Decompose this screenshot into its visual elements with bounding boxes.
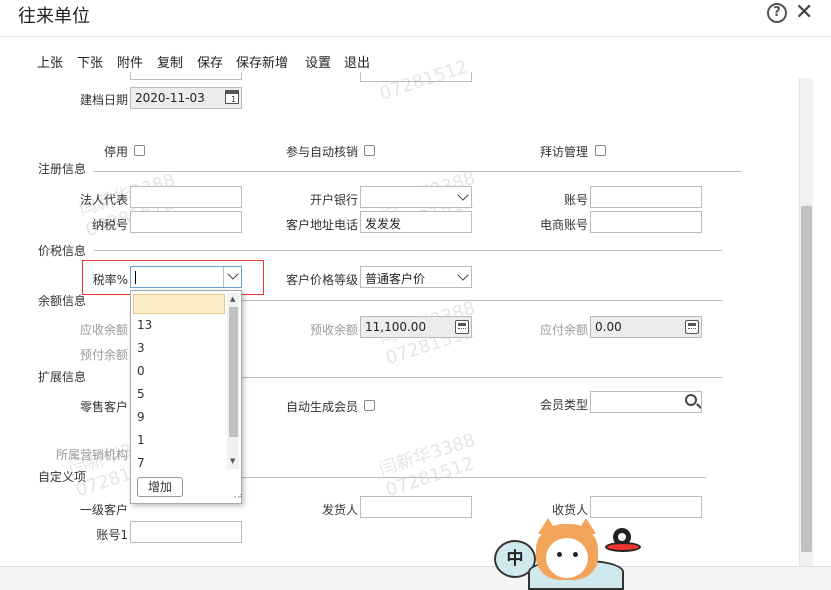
gear-icon bbox=[605, 528, 641, 554]
scroll-up-icon[interactable]: ▲ bbox=[230, 295, 235, 303]
legal-rep-label: 法人代表 bbox=[79, 193, 128, 207]
auto-member-label: 自动生成会员 bbox=[285, 400, 358, 414]
section-divider bbox=[94, 250, 722, 251]
created-date-label: 建档日期 bbox=[79, 93, 128, 107]
org-label: 所属营销机构 bbox=[55, 448, 128, 462]
shipper-label: 发货人 bbox=[321, 503, 358, 517]
add-tax-rate-button[interactable]: 增加 bbox=[137, 477, 183, 497]
receiver-label: 收货人 bbox=[551, 503, 588, 517]
payable-field: 0.00 bbox=[590, 316, 702, 338]
account-input[interactable] bbox=[590, 186, 702, 208]
prepaid-recv-label: 预收余额 bbox=[309, 323, 358, 337]
mascot-face bbox=[546, 538, 588, 578]
mascot-eye bbox=[557, 552, 562, 557]
prepaid-recv-value: 11,100.00 bbox=[365, 320, 427, 334]
payable-value: 0.00 bbox=[595, 320, 622, 334]
account1-label: 账号1 bbox=[96, 528, 128, 542]
dropdown-option[interactable]: 5 bbox=[137, 387, 145, 401]
visit-mgmt-label: 拜访管理 bbox=[539, 145, 588, 159]
window-title: 往来单位 bbox=[18, 6, 90, 27]
calculator-icon[interactable] bbox=[685, 320, 699, 334]
resize-grip-icon[interactable]: ⠠⠴ bbox=[231, 491, 243, 500]
disabled-checkbox[interactable] bbox=[134, 145, 145, 156]
toolbar-settings-button[interactable]: 设置 bbox=[305, 52, 331, 71]
toolbar-exit-button[interactable]: 退出 bbox=[344, 52, 370, 71]
clipped-field bbox=[130, 72, 242, 80]
mascot-eye bbox=[573, 552, 578, 557]
dropdown-option[interactable]: 13 bbox=[137, 318, 152, 332]
prepay-label: 预付余额 bbox=[79, 348, 128, 362]
mascot-ear bbox=[538, 518, 558, 534]
section-divider bbox=[242, 377, 722, 378]
account1-input[interactable] bbox=[130, 521, 242, 543]
close-icon[interactable]: ✕ bbox=[795, 0, 813, 25]
price-level-label: 客户价格等级 bbox=[285, 273, 358, 287]
receiver-input[interactable] bbox=[590, 496, 702, 518]
ecom-account-label: 电商账号 bbox=[539, 218, 588, 232]
account-label: 账号 bbox=[563, 193, 588, 207]
mascot-ear bbox=[576, 518, 596, 534]
section-balance: 余额信息 bbox=[38, 294, 87, 308]
toolbar-save-new-button[interactable]: 保存新增 bbox=[236, 52, 288, 71]
dropdown-option-empty[interactable] bbox=[133, 294, 225, 314]
toolbar-prev-button[interactable]: 上张 bbox=[37, 52, 63, 71]
calendar-icon[interactable]: 1 bbox=[225, 90, 239, 104]
dropdown-option[interactable]: 3 bbox=[137, 341, 145, 355]
form-scrollbar-thumb[interactable] bbox=[801, 206, 812, 552]
member-type-label: 会员类型 bbox=[539, 398, 588, 412]
toolbar-next-button[interactable]: 下张 bbox=[77, 52, 103, 71]
toolbar-copy-button[interactable]: 复制 bbox=[157, 52, 183, 71]
watermark: 07281512 bbox=[376, 56, 471, 105]
search-icon-handle bbox=[696, 403, 701, 409]
calculator-icon[interactable] bbox=[455, 320, 469, 334]
level1-customer-label: 一级客户 bbox=[79, 503, 128, 517]
bank-label: 开户银行 bbox=[309, 193, 358, 207]
section-registration: 注册信息 bbox=[38, 162, 87, 176]
dropdown-option[interactable]: 7 bbox=[137, 456, 145, 470]
dropdown-option[interactable]: 1 bbox=[137, 433, 145, 447]
background-window-strip bbox=[0, 566, 831, 590]
tax-id-input[interactable] bbox=[130, 211, 242, 233]
auto-writeoff-label: 参与自动核销 bbox=[285, 145, 358, 159]
toolbar-attachment-button[interactable]: 附件 bbox=[117, 52, 143, 71]
price-level-value: 普通客户价 bbox=[365, 272, 426, 286]
scroll-down-icon[interactable]: ▼ bbox=[230, 457, 235, 465]
bank-select[interactable] bbox=[360, 186, 472, 208]
disabled-label: 停用 bbox=[103, 145, 128, 159]
auto-writeoff-checkbox[interactable] bbox=[364, 145, 375, 156]
dropdown-option[interactable]: 0 bbox=[137, 364, 145, 378]
toolbar-save-button[interactable]: 保存 bbox=[197, 52, 223, 71]
shipper-input[interactable] bbox=[360, 496, 472, 518]
section-divider bbox=[94, 171, 742, 172]
legal-rep-input[interactable] bbox=[130, 186, 242, 208]
dropdown-scrollbar-thumb[interactable] bbox=[229, 307, 238, 437]
visit-mgmt-checkbox[interactable] bbox=[595, 145, 606, 156]
dropdown-option[interactable]: 9 bbox=[137, 410, 145, 424]
section-divider bbox=[242, 477, 706, 478]
help-icon[interactable]: ? bbox=[767, 3, 787, 23]
price-level-select[interactable]: 普通客户价 bbox=[360, 266, 472, 288]
section-divider bbox=[242, 300, 722, 301]
ecom-account-input[interactable] bbox=[590, 211, 702, 233]
member-type-input[interactable] bbox=[590, 391, 702, 413]
chevron-down-icon bbox=[457, 189, 469, 201]
section-custom: 自定义项 bbox=[38, 470, 87, 484]
tax-id-label: 纳税号 bbox=[91, 218, 128, 232]
prepaid-recv-field: 11,100.00 bbox=[360, 316, 472, 338]
watermark: 闫新华338807281512 bbox=[376, 429, 478, 502]
address-phone-input[interactable]: 发发发 bbox=[360, 211, 472, 233]
section-extension: 扩展信息 bbox=[38, 370, 87, 384]
chevron-down-icon bbox=[457, 269, 469, 281]
auto-member-checkbox[interactable] bbox=[364, 400, 375, 411]
receivable-label: 应收余额 bbox=[79, 323, 128, 337]
retail-label: 零售客户 bbox=[79, 400, 128, 414]
tax-rate-dropdown[interactable]: 13 3 0 5 9 1 7 ▲ ▼ 增加 ⠠⠴ bbox=[130, 290, 243, 504]
section-price-tax: 价税信息 bbox=[38, 244, 87, 258]
address-phone-label: 客户地址电话 bbox=[285, 218, 358, 232]
title-divider bbox=[0, 36, 831, 37]
payable-label: 应付余额 bbox=[539, 323, 588, 337]
